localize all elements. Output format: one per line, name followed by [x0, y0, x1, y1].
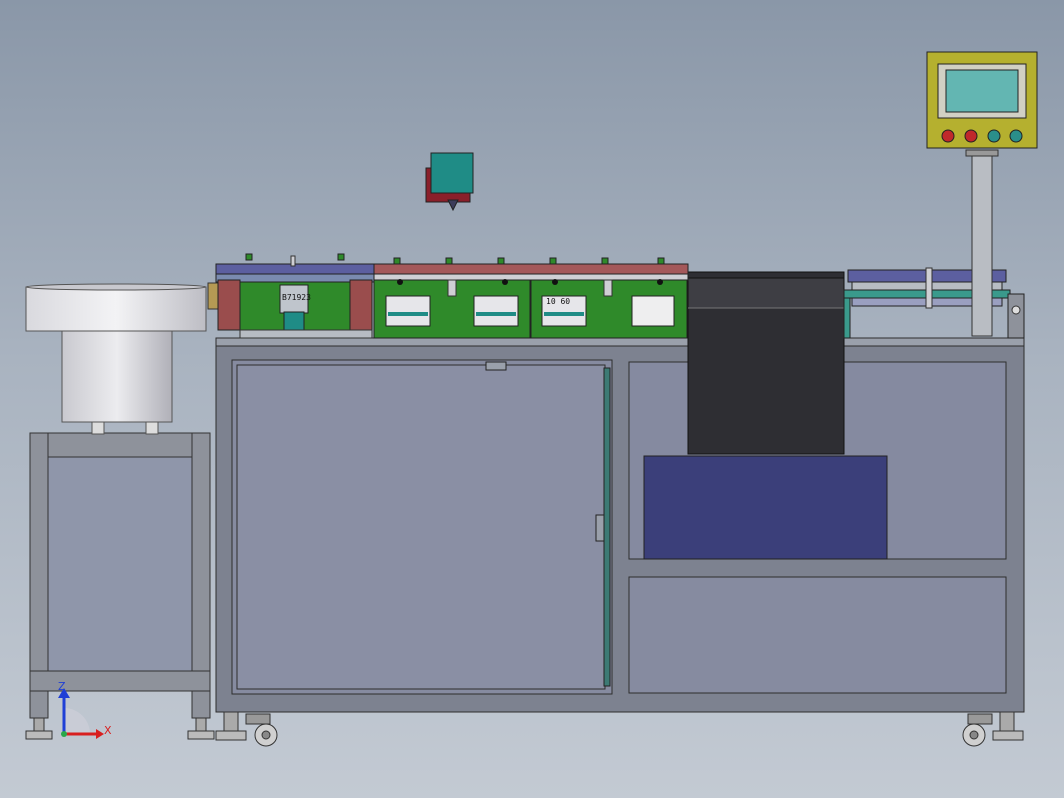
module-right-label: 10 60 [546, 297, 570, 306]
main-cabinet [215, 337, 1025, 747]
motor-plate-label: B71923 [282, 293, 311, 302]
hmi-screen [945, 69, 1019, 113]
dark-processing-box [687, 271, 845, 455]
overhead-sensor [425, 152, 474, 212]
teal-button-2 [1009, 129, 1023, 143]
hmi-control-panel [926, 51, 1038, 149]
blue-box [643, 455, 888, 560]
left-foot [215, 711, 278, 747]
bowl-feeder-stand [25, 432, 215, 740]
machine-drawing: B71923 10 60 Z X [25, 51, 1038, 747]
hmi-post [965, 149, 999, 337]
x-axis-label: X [104, 724, 112, 737]
right-foot [962, 711, 1024, 747]
red-button-1 [941, 129, 955, 143]
teal-button-1 [987, 129, 1001, 143]
cad-viewport: B71923 10 60 Z X [0, 0, 1064, 798]
bowl-feeder [25, 283, 207, 435]
red-button-2 [964, 129, 978, 143]
z-axis-label: Z [58, 680, 66, 693]
conveyor-rail: B71923 10 60 [207, 253, 1025, 339]
